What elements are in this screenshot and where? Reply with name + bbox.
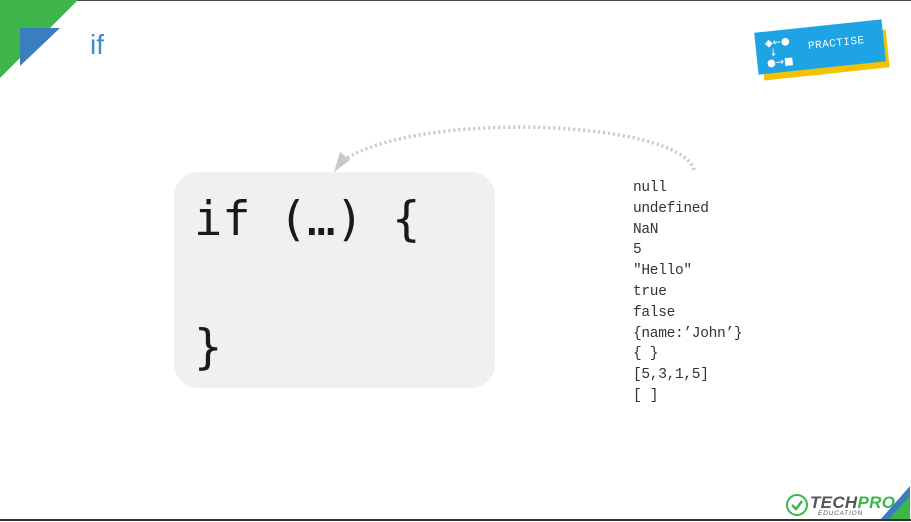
value-item: [5,3,1,5]: [633, 367, 709, 384]
logo-subtitle: EDUCATION: [818, 510, 863, 517]
checkmark-icon: [791, 500, 803, 511]
top-border: [0, 0, 911, 1]
practise-badge: ◆←● ↓ ●→■ PRACTISE: [754, 19, 890, 81]
corner-blue-triangle: [20, 28, 60, 66]
dotted-arrow-path: [343, 125, 696, 171]
value-item: NaN: [633, 221, 659, 238]
value-item: null: [633, 180, 667, 196]
code-box: if (…) { }: [174, 172, 495, 388]
bottom-border: [0, 519, 911, 521]
flow-icon: ◆←● ↓ ●→■: [764, 36, 795, 70]
value-item: { }: [633, 346, 659, 363]
corner-decoration: [0, 0, 78, 78]
value-list: null undefined NaN 5 "Hello" true false …: [633, 178, 743, 407]
logo-triangle-icon: [880, 486, 910, 520]
slide-title: if: [90, 29, 104, 60]
value-item: false: [633, 304, 676, 321]
code-line-if: if (…) {: [194, 192, 421, 247]
value-item: 5: [633, 242, 642, 259]
value-item: undefined: [633, 200, 709, 217]
techpro-logo: TECHPRO EDUCATION: [780, 486, 910, 520]
value-item: [ ]: [633, 387, 659, 404]
value-item: "Hello": [633, 263, 692, 280]
code-line-close: }: [194, 320, 223, 375]
check-circle-icon: [786, 494, 808, 516]
value-item: true: [633, 283, 667, 300]
value-item: {name:’John’}: [633, 325, 743, 342]
arrow-head: [334, 152, 350, 172]
